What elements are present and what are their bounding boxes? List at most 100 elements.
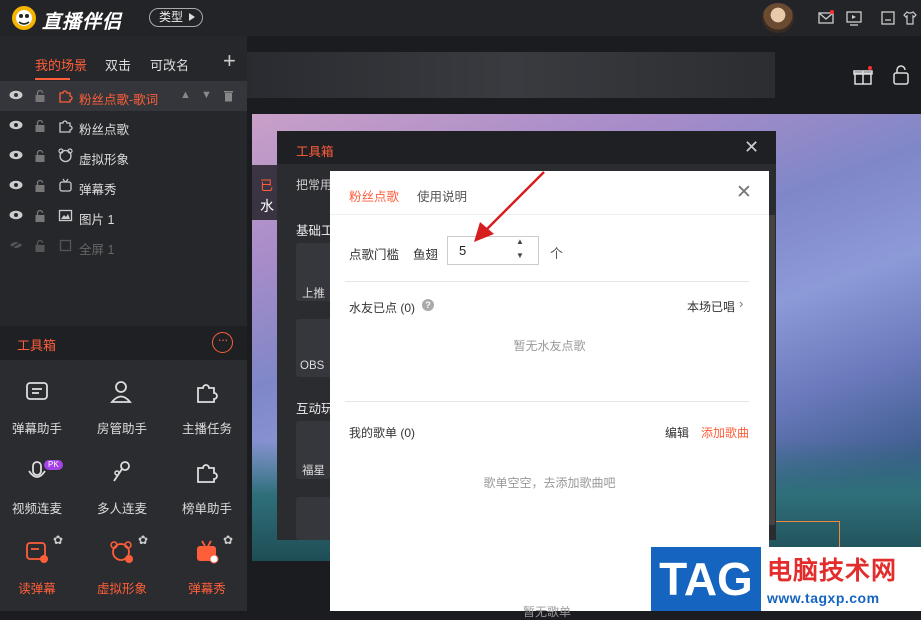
- mail-icon[interactable]: [818, 10, 834, 26]
- eye-icon[interactable]: [9, 120, 23, 130]
- divider: [345, 281, 749, 282]
- watermark-url: www.tagxp.com: [767, 590, 880, 606]
- shirt-icon[interactable]: [902, 10, 918, 26]
- type-button[interactable]: 类型: [149, 8, 203, 27]
- source-row-fan-song[interactable]: 粉丝点歌: [0, 111, 247, 141]
- play-triangle-icon: [189, 13, 195, 21]
- move-down-icon[interactable]: ▼: [201, 89, 212, 101]
- bear-face-icon: [58, 148, 73, 163]
- tool-label: 弹幕助手: [11, 422, 62, 436]
- tool-read-danmaku[interactable]: 读弹幕 ✿: [0, 533, 77, 599]
- tool-label: 虚拟形象: [96, 582, 147, 596]
- stream-info-bar: [247, 52, 775, 98]
- type-button-label: 类型: [159, 10, 184, 24]
- fan-requests-empty: 暂无水友点歌: [513, 339, 586, 353]
- edit-button[interactable]: 编辑: [665, 424, 689, 441]
- unlock-icon[interactable]: [892, 65, 910, 85]
- source-label: 粉丝点歌-歌词: [79, 93, 159, 107]
- tool-card-label: 福星: [302, 465, 325, 477]
- tool-virtual-avatar[interactable]: 虚拟形象 ✿: [82, 533, 162, 599]
- eye-icon[interactable]: [9, 210, 23, 220]
- divider: [345, 401, 749, 402]
- eye-icon[interactable]: [9, 150, 23, 160]
- active-tab-indicator: [35, 78, 70, 80]
- gear-icon[interactable]: ✿: [223, 533, 233, 547]
- eye-icon[interactable]: [9, 180, 23, 190]
- source-label: 粉丝点歌: [79, 123, 130, 137]
- tool-anchor-task[interactable]: 主播任务: [167, 379, 247, 439]
- source-row-lyrics[interactable]: 粉丝点歌-歌词 ▲ ▼: [0, 81, 247, 111]
- lock-icon[interactable]: [34, 240, 46, 252]
- tool-label: 榜单助手: [181, 502, 232, 516]
- threshold-label: 点歌门槛: [349, 248, 400, 262]
- tab-fan-song[interactable]: 粉丝点歌: [349, 186, 399, 205]
- tool-label: 房管助手: [96, 422, 147, 436]
- multi-mic-icon: [113, 461, 130, 482]
- gift-icon[interactable]: [853, 66, 873, 86]
- source-label: 虚拟形象: [79, 153, 130, 167]
- close-icon[interactable]: ✕: [736, 181, 752, 204]
- toolbox-window-header: [277, 131, 776, 164]
- source-row-avatar[interactable]: 虚拟形象: [0, 141, 247, 171]
- eye-hidden-icon[interactable]: [9, 240, 23, 250]
- trash-icon[interactable]: [223, 89, 234, 102]
- add-song-button[interactable]: 添加歌曲: [701, 424, 749, 441]
- lock-icon[interactable]: [34, 180, 46, 192]
- tool-multi-link[interactable]: 多人连麦: [82, 459, 162, 519]
- tool-ranking[interactable]: 榜单助手: [167, 459, 247, 519]
- more-dots-icon[interactable]: ···: [212, 332, 233, 353]
- tab-usage-guide[interactable]: 使用说明: [417, 186, 467, 205]
- chevron-right-icon[interactable]: ›: [739, 296, 743, 311]
- lock-icon[interactable]: [34, 90, 46, 102]
- sung-list-link[interactable]: 本场已唱: [687, 298, 735, 315]
- add-scene-button[interactable]: +: [223, 48, 236, 74]
- gear-icon[interactable]: ✿: [138, 533, 148, 547]
- toolbox-window-title: 工具箱: [296, 145, 334, 159]
- decrement-icon[interactable]: ▼: [516, 251, 524, 260]
- tool-label: 弹幕秀: [188, 582, 226, 596]
- danmaku-helper-icon: [26, 382, 48, 400]
- eye-icon[interactable]: [9, 90, 23, 100]
- source-row-fullscreen[interactable]: 全屏 1: [0, 231, 247, 261]
- app-title: 直播伴侣: [42, 12, 123, 33]
- source-label: 弹幕秀: [79, 183, 117, 197]
- help-icon[interactable]: ?: [422, 299, 434, 311]
- avatar[interactable]: [762, 3, 794, 33]
- tool-card-label: 上推: [302, 288, 325, 300]
- bottom-partial-text: 暂无歌单: [523, 605, 572, 619]
- video-icon[interactable]: [846, 10, 862, 26]
- puzzle-icon: [197, 384, 218, 403]
- lock-icon[interactable]: [34, 150, 46, 162]
- avatar-icon: [110, 541, 133, 563]
- preview-text-white: 水: [260, 198, 274, 214]
- tool-room-admin[interactable]: 房管助手: [82, 379, 162, 439]
- source-label: 图片 1: [79, 213, 115, 227]
- tv-icon: [197, 540, 219, 564]
- tool-danmaku-show[interactable]: 弹幕秀 ✿: [167, 533, 247, 599]
- pk-badge: PK: [44, 460, 63, 470]
- save-icon[interactable]: [880, 10, 896, 26]
- gear-icon[interactable]: ✿: [53, 533, 63, 547]
- tab-my-scene[interactable]: 我的场景: [35, 55, 87, 74]
- tool-danmaku-helper[interactable]: 弹幕助手: [0, 379, 77, 439]
- preview-text-red: 已: [260, 178, 274, 193]
- move-up-icon[interactable]: ▲: [180, 89, 191, 101]
- source-row-image[interactable]: 图片 1: [0, 201, 247, 231]
- lock-icon[interactable]: [34, 120, 46, 132]
- tool-video-link[interactable]: 视频连麦: [0, 459, 77, 519]
- toolbox-window-tab[interactable]: 把常用: [296, 176, 332, 193]
- source-row-danmaku-show[interactable]: 弹幕秀: [0, 171, 247, 201]
- tab-double-click[interactable]: 双击: [105, 55, 131, 74]
- tool-label: 视频连麦: [11, 502, 62, 516]
- close-icon[interactable]: ✕: [744, 137, 759, 158]
- threshold-count-unit: 个: [550, 246, 564, 261]
- read-danmaku-icon: [26, 542, 48, 563]
- tab-rename[interactable]: 可改名: [150, 55, 189, 74]
- my-list-empty: 歌单空空，去添加歌曲吧: [483, 476, 616, 490]
- tool-label: 读弹幕: [18, 582, 56, 596]
- lock-icon[interactable]: [34, 210, 46, 222]
- room-admin-icon: [110, 381, 132, 403]
- scrollbar[interactable]: [769, 215, 775, 525]
- threshold-currency: 鱼翅: [413, 248, 439, 262]
- app-logo-icon: [12, 6, 36, 30]
